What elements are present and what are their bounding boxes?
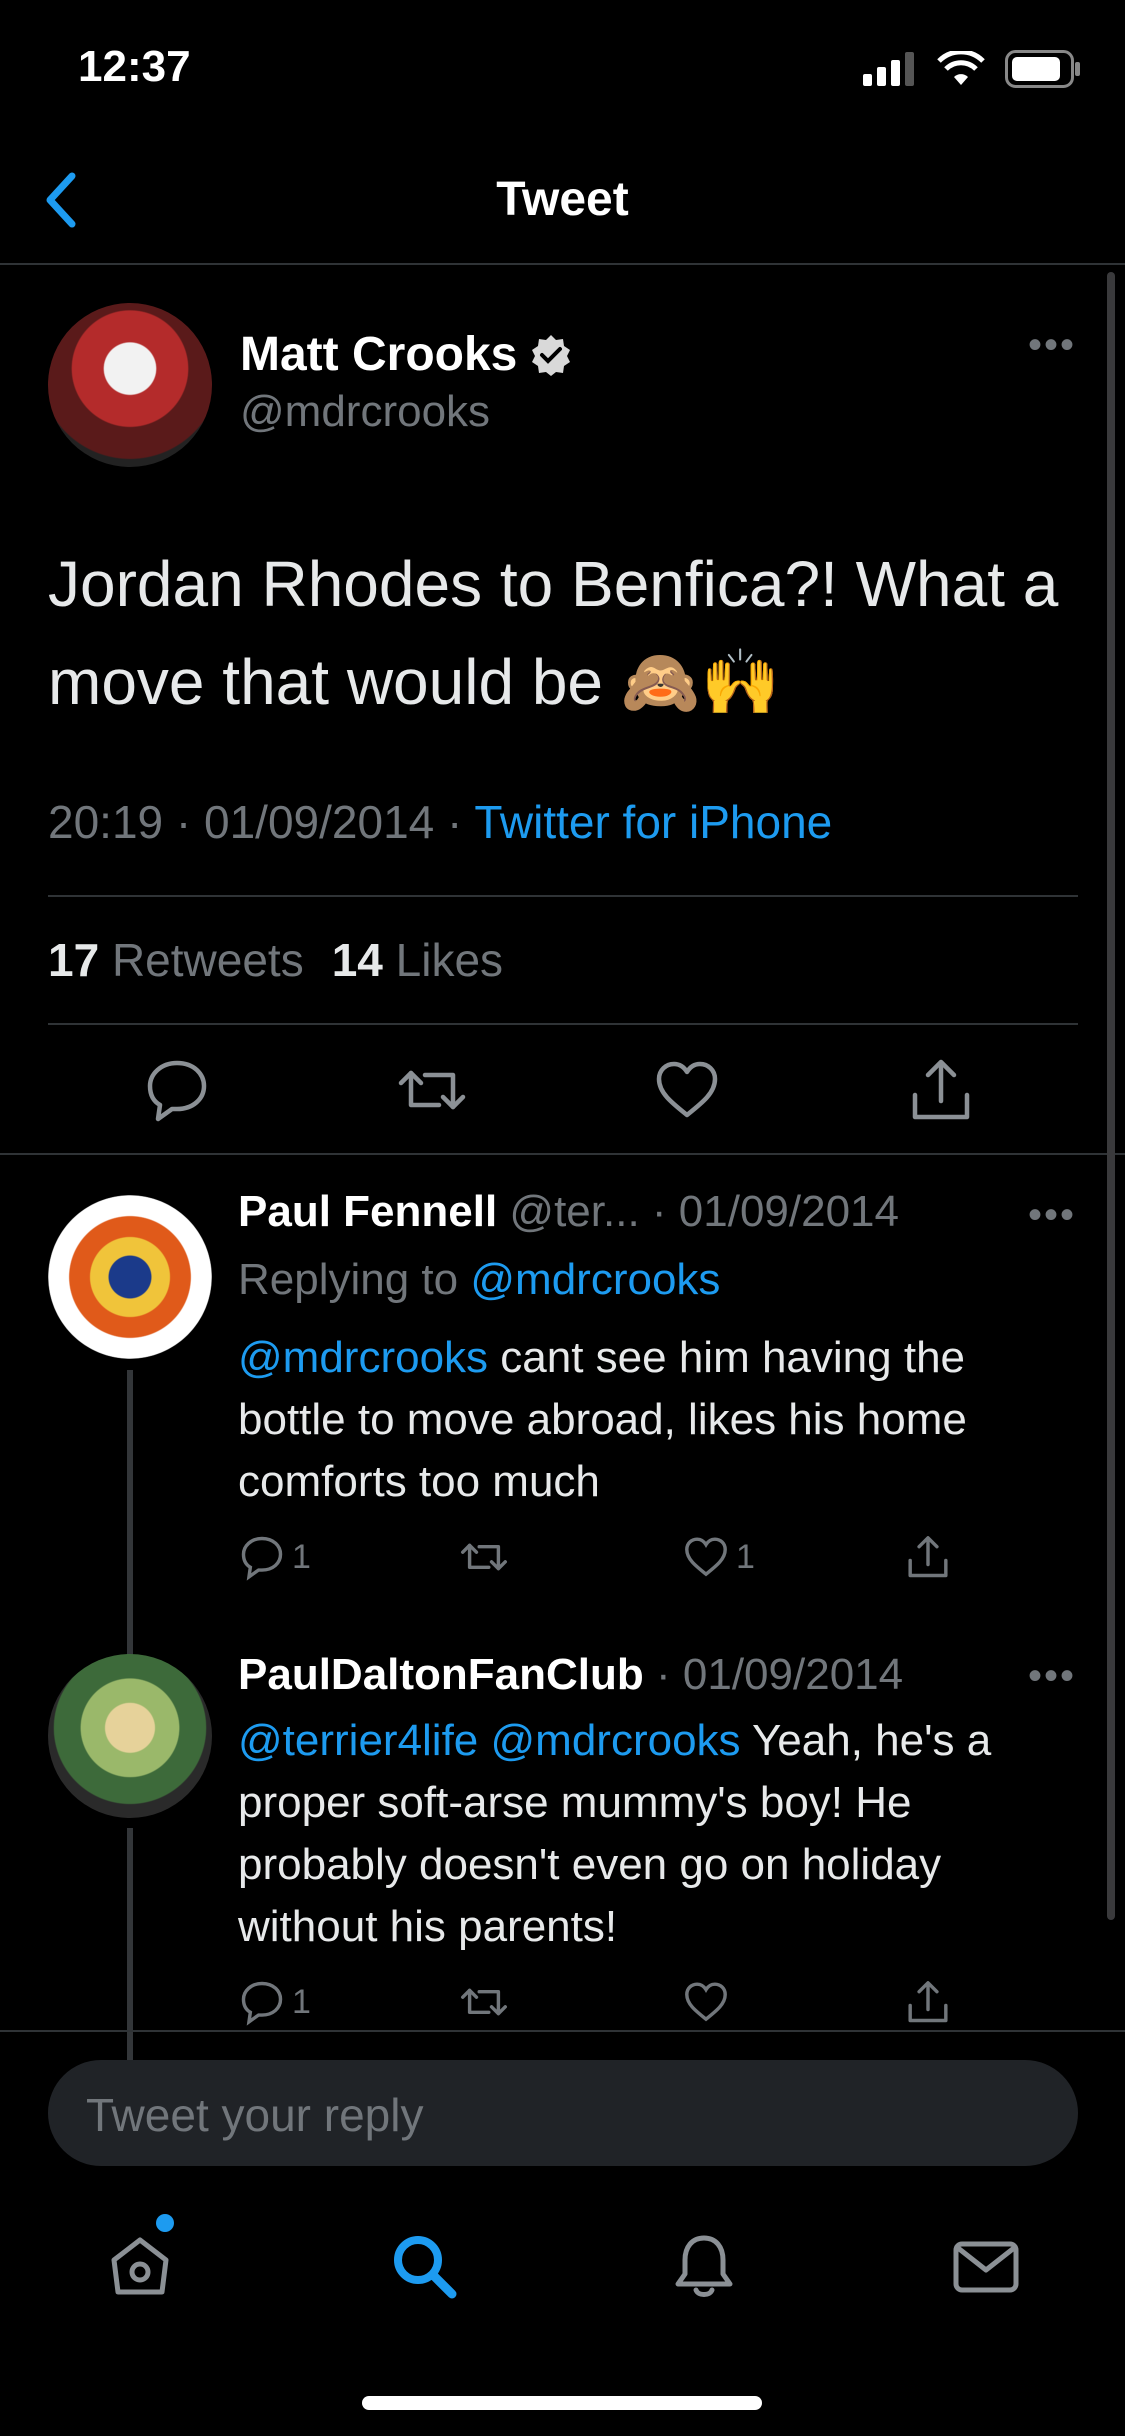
tweet-meta: 20:19 · 01/09/2014 · Twitter for iPhone	[48, 796, 833, 848]
retweets-count: 17	[48, 934, 100, 986]
tweet-source-link[interactable]: Twitter for iPhone	[474, 796, 832, 848]
scrollbar[interactable]	[1107, 272, 1115, 1920]
retweets-stat[interactable]: 17 Retweets	[48, 933, 304, 987]
like-heart-icon	[685, 1537, 727, 1577]
author-name-row[interactable]: Matt Crooks	[240, 327, 573, 382]
author-name[interactable]: Matt Crooks	[240, 327, 517, 382]
likes-stat[interactable]: 14 Likes	[332, 933, 503, 987]
cellular-signal-icon	[863, 52, 914, 86]
replying-to-handle[interactable]: @mdrcrooks	[470, 1255, 720, 1304]
tweet-actions	[0, 1045, 1125, 1155]
reply-header: PaulDaltonFanClub · 01/09/2014	[238, 1650, 903, 1700]
like-action[interactable]	[682, 1978, 730, 2026]
author-avatar[interactable]	[48, 303, 212, 467]
wifi-icon	[937, 51, 985, 85]
reply-composer: Tweet your reply	[0, 2030, 1125, 2180]
reply-author-handle[interactable]: @ter...	[509, 1187, 639, 1236]
reply-header: Paul Fennell @ter... · 01/09/2014	[238, 1187, 899, 1237]
navigation-bar: Tweet	[0, 140, 1125, 265]
verified-badge-icon	[532, 334, 571, 376]
reply-author-name[interactable]: PaulDaltonFanClub	[238, 1650, 644, 1699]
share-action[interactable]	[904, 1978, 952, 2026]
reply-avatar[interactable]	[48, 1654, 212, 1818]
reply-action[interactable]: 1	[238, 1533, 311, 1581]
reply-text: @terrier4life @mdrcrooks Yeah, he's a pr…	[238, 1710, 1078, 1958]
reply-icon	[241, 1981, 283, 2026]
more-options-icon[interactable]: •••	[1028, 1193, 1076, 1238]
reply-author-name[interactable]: Paul Fennell	[238, 1187, 497, 1236]
like-action[interactable]: 1	[682, 1533, 755, 1581]
share-icon	[908, 1981, 948, 2023]
tweet-stats: 17 Retweets 14 Likes	[48, 933, 503, 987]
reply-icon[interactable]	[142, 1055, 212, 1125]
home-notification-dot	[156, 2214, 174, 2232]
status-time: 12:37	[78, 42, 191, 91]
tweet-date: 01/09/2014	[204, 796, 435, 848]
more-options-icon[interactable]: •••	[1028, 323, 1076, 368]
like-count: 1	[736, 1537, 755, 1576]
messages-envelope-icon[interactable]	[950, 2230, 1022, 2302]
replying-to-label: Replying to	[238, 1255, 459, 1304]
author-handle[interactable]: @mdrcrooks	[240, 387, 490, 437]
status-icons	[863, 50, 1081, 88]
divider	[48, 895, 1078, 897]
replying-to: Replying to @mdrcrooks	[238, 1255, 720, 1305]
likes-count: 14	[331, 934, 383, 986]
likes-label: Likes	[395, 934, 504, 986]
reply-count: 1	[292, 1982, 311, 2021]
reply-count: 1	[292, 1537, 311, 1576]
retweet-icon	[461, 1988, 507, 2016]
more-options-icon[interactable]: •••	[1028, 1654, 1076, 1699]
tweet-time: 20:19	[48, 796, 164, 848]
reply-actions: 1	[238, 1978, 998, 2038]
mention-link[interactable]: @mdrcrooks	[238, 1333, 488, 1382]
divider	[48, 1023, 1078, 1025]
mention-links[interactable]: @terrier4life @mdrcrooks	[238, 1716, 741, 1765]
reply-input-placeholder: Tweet your reply	[86, 2089, 424, 2141]
battery-icon	[1005, 50, 1080, 88]
retweet-action[interactable]	[458, 1978, 510, 2026]
divider	[0, 1153, 1125, 1155]
share-icon[interactable]	[906, 1055, 976, 1125]
share-icon	[908, 1536, 948, 1578]
page-title: Tweet	[496, 173, 629, 226]
reply-actions: 1 1	[238, 1533, 998, 1593]
like-heart-icon[interactable]	[652, 1055, 722, 1125]
reply-icon	[241, 1536, 283, 1581]
search-icon[interactable]	[388, 2230, 460, 2302]
like-heart-icon	[685, 1982, 727, 2022]
home-icon[interactable]	[104, 2230, 176, 2302]
reply-action[interactable]: 1	[238, 1978, 311, 2026]
reply-date: · 01/09/2014	[651, 1187, 899, 1236]
home-indicator[interactable]	[362, 2396, 762, 2410]
retweet-icon	[461, 1543, 507, 1571]
reply-input[interactable]: Tweet your reply	[48, 2060, 1078, 2166]
tweet-text: Jordan Rhodes to Benfica?! What a move t…	[48, 548, 1059, 718]
retweets-label: Retweets	[111, 934, 304, 986]
retweet-action[interactable]	[458, 1533, 510, 1581]
reply-date: · 01/09/2014	[656, 1650, 904, 1699]
reply-text: @mdrcrooks cant see him having the bottl…	[238, 1327, 1078, 1513]
reply-avatar[interactable]	[48, 1195, 212, 1359]
notifications-bell-icon[interactable]	[668, 2230, 740, 2302]
share-action[interactable]	[904, 1533, 952, 1581]
retweet-icon[interactable]	[397, 1055, 467, 1125]
status-bar: 12:37	[0, 0, 1125, 140]
